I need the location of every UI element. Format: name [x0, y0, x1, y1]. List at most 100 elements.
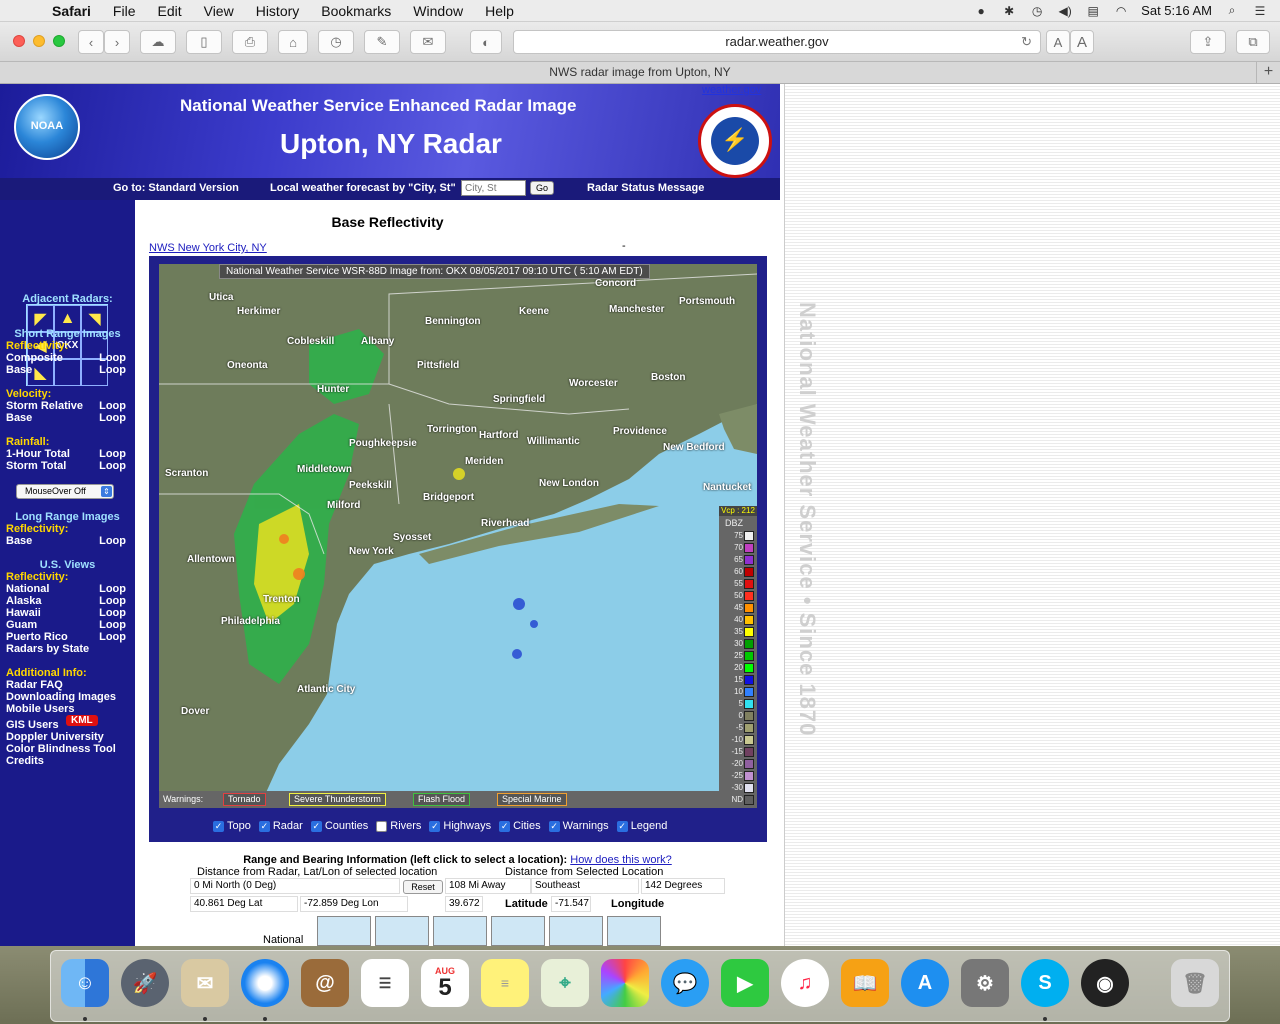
menu-file[interactable]: File	[102, 3, 147, 19]
address-bar[interactable]: radar.weather.gov ↻	[513, 30, 1041, 54]
new-tab-button[interactable]: +	[1256, 62, 1280, 83]
calendar-icon[interactable]: AUG 5	[421, 959, 469, 1007]
layer-toggle-radar[interactable]: ✓ Radar	[258, 820, 303, 832]
share-button[interactable]: ⇪	[1190, 30, 1226, 54]
reset-button[interactable]: Reset	[403, 880, 443, 894]
long-base-loop-link[interactable]: Loop	[99, 535, 126, 547]
composite-label[interactable]: Composite	[6, 352, 63, 364]
system-preferences-icon[interactable]: ⚙	[961, 959, 1009, 1007]
close-window-button[interactable]	[13, 35, 25, 47]
storm-relative-loop-link[interactable]: Loop	[99, 400, 126, 412]
alaska-label[interactable]: Alaska	[6, 595, 41, 607]
menu-window[interactable]: Window	[402, 3, 474, 19]
mail-icon[interactable]: ✉	[181, 959, 229, 1007]
checkbox-icon[interactable]	[376, 820, 388, 832]
text-smaller-button[interactable]: A	[1046, 30, 1070, 54]
velocity-base-loop-link[interactable]: Loop	[99, 412, 126, 424]
downloading-link[interactable]: Downloading Images	[6, 691, 128, 703]
checkbox-icon[interactable]: ✓	[213, 820, 224, 832]
messages-icon[interactable]: 💬	[661, 959, 709, 1007]
national-link[interactable]: National Loop	[6, 583, 128, 595]
home-button[interactable]: ⌂	[278, 30, 308, 54]
safari-icon[interactable]: ⊘	[241, 959, 289, 1007]
go-button[interactable]: Go	[530, 181, 554, 195]
menu-view[interactable]: View	[193, 3, 245, 19]
menu-edit[interactable]: Edit	[146, 3, 192, 19]
menubar-clock[interactable]: Sat 5:16 AM	[1141, 3, 1212, 18]
flash-flood-toggle[interactable]: Flash Flood	[413, 793, 471, 806]
composite-loop-link[interactable]: Loop	[99, 352, 126, 364]
contacts-icon[interactable]: @	[301, 959, 349, 1007]
base-label[interactable]: Base	[6, 364, 32, 376]
weather-gov-link[interactable]: weather.gov	[702, 84, 761, 96]
maps-icon[interactable]: ⌖	[541, 959, 589, 1007]
radar-map[interactable]: National Weather Service WSR-88D Image f…	[159, 264, 757, 808]
storm-relative-label[interactable]: Storm Relative	[6, 400, 83, 412]
one-hour-label[interactable]: 1-Hour Total	[6, 448, 70, 460]
alaska-loop-link[interactable]: Loop	[99, 595, 126, 607]
base-link[interactable]: Base Loop	[6, 364, 128, 376]
launchpad-icon[interactable]: 🚀	[121, 959, 169, 1007]
thumbnail[interactable]	[607, 916, 661, 946]
puerto-rico-label[interactable]: Puerto Rico	[6, 631, 68, 643]
app-store-icon[interactable]: A	[901, 959, 949, 1007]
volume-icon[interactable]: ◀)	[1057, 4, 1073, 18]
radar-faq-link[interactable]: Radar FAQ	[6, 679, 128, 691]
checkbox-icon[interactable]: ✓	[499, 820, 511, 832]
nws-logo[interactable]: ⚡	[698, 104, 772, 178]
thumbnail[interactable]	[491, 916, 545, 946]
finder-icon[interactable]: ☺	[61, 959, 109, 1007]
history-button[interactable]: ◷	[318, 30, 354, 54]
layer-toggle-cities[interactable]: ✓ Cities	[499, 820, 541, 832]
storm-relative-link[interactable]: Storm Relative Loop	[6, 400, 128, 412]
tab-title[interactable]: NWS radar image from Upton, NY	[549, 65, 730, 79]
zoom-window-button[interactable]	[53, 35, 65, 47]
credits-link[interactable]: Credits	[6, 755, 128, 767]
notification-center-icon[interactable]: ☰	[1252, 4, 1268, 18]
sidebar-button[interactable]: ▯	[186, 30, 222, 54]
back-button[interactable]: ‹	[78, 30, 104, 54]
special-marine-toggle[interactable]: Special Marine	[497, 793, 567, 806]
flag-icon[interactable]: ▤	[1085, 4, 1101, 18]
thumbnail[interactable]	[375, 916, 429, 946]
time-machine-icon[interactable]: ◷	[1029, 4, 1045, 18]
puerto-rico-loop-link[interactable]: Loop	[99, 631, 126, 643]
how-does-this-work-link[interactable]: How does this work?	[570, 854, 672, 866]
menu-app[interactable]: Safari	[46, 3, 102, 19]
text-larger-button[interactable]: A	[1070, 30, 1094, 54]
bluetooth-icon[interactable]: ✱	[1001, 4, 1017, 18]
layer-toggle-counties[interactable]: ✓ Counties	[310, 820, 368, 832]
alaska-link[interactable]: Alaska Loop	[6, 595, 128, 607]
thumbnail[interactable]	[549, 916, 603, 946]
base-loop-link[interactable]: Loop	[99, 364, 126, 376]
city-search-input[interactable]	[461, 180, 526, 196]
radar-status-link[interactable]: Radar Status Message	[587, 182, 704, 194]
thumbnail[interactable]	[433, 916, 487, 946]
print-button[interactable]: ⎙	[232, 30, 268, 54]
layer-toggle-highways[interactable]: ✓ Highways	[429, 820, 491, 832]
wifi-icon[interactable]: ◠	[1113, 4, 1129, 18]
velocity-base-link[interactable]: Base Loop	[6, 412, 128, 424]
dvd-player-icon[interactable]: ◉	[1081, 959, 1129, 1007]
icloud-tabs-button[interactable]: ☁	[140, 30, 176, 54]
guam-link[interactable]: Guam Loop	[6, 619, 128, 631]
forward-button[interactable]: ›	[104, 30, 130, 54]
one-hour-loop-link[interactable]: Loop	[99, 448, 126, 460]
hawaii-loop-link[interactable]: Loop	[99, 607, 126, 619]
storm-total-label[interactable]: Storm Total	[6, 460, 66, 472]
spotlight-icon[interactable]: ⌕	[1224, 3, 1240, 18]
layer-toggle-rivers[interactable]: Rivers	[376, 820, 421, 832]
notes-icon[interactable]: ≡	[481, 959, 529, 1007]
layer-toggle-legend[interactable]: ✓ Legend	[616, 820, 667, 832]
layer-toggle-topo[interactable]: ✓ Topo	[213, 820, 251, 832]
checkbox-icon[interactable]: ✓	[429, 820, 441, 832]
photos-icon[interactable]	[601, 959, 649, 1007]
office-link[interactable]: NWS New York City, NY	[149, 242, 267, 254]
long-base-link[interactable]: Base Loop	[6, 535, 128, 547]
puerto-rico-link[interactable]: Puerto Rico Loop	[6, 631, 128, 643]
checkbox-icon[interactable]: ✓	[258, 820, 270, 832]
radars-by-state-link[interactable]: Radars by State	[6, 643, 128, 655]
menu-help[interactable]: Help	[474, 3, 525, 19]
national-loop-link[interactable]: Loop	[99, 583, 126, 595]
checkbox-icon[interactable]: ✓	[548, 820, 560, 832]
